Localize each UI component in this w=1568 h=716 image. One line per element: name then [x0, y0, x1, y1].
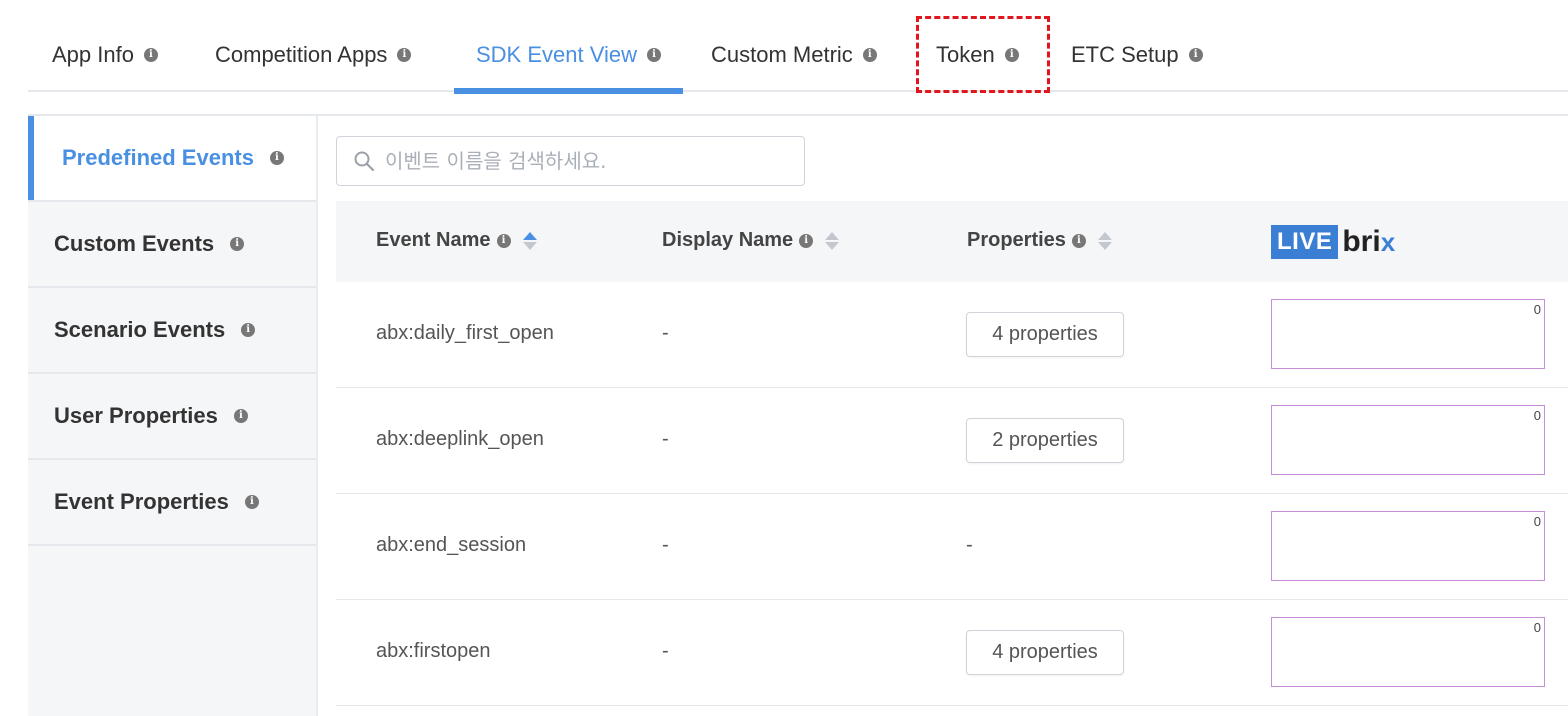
sidebar-item-user-properties[interactable]: User Properties i — [28, 374, 316, 460]
sidebar-item-label: Predefined Events — [62, 145, 254, 170]
tab-label: Competition Apps — [215, 42, 388, 67]
info-icon: i — [244, 495, 259, 509]
event-search-box[interactable] — [336, 136, 805, 186]
sidebar-item-label: User Properties — [54, 403, 218, 428]
sidebar-item-scenario-events[interactable]: Scenario Events i — [28, 288, 316, 374]
display-name-cell: - — [662, 534, 669, 556]
sidebar-item-event-properties[interactable]: Event Properties i — [28, 460, 316, 546]
properties-button[interactable]: 4 properties — [966, 630, 1124, 675]
info-icon: i — [143, 48, 158, 62]
live-count: 0 — [1533, 408, 1541, 423]
sidebar-item-label: Event Properties — [54, 489, 229, 514]
sort-icon[interactable] — [825, 231, 840, 250]
sidebar-item-predefined-events[interactable]: Predefined Events i — [28, 116, 316, 202]
display-name-cell: - — [662, 322, 669, 344]
table-header: Event Name i Display Name i Properties i… — [336, 201, 1568, 282]
livebrix-box[interactable]: 0 — [1271, 617, 1545, 687]
event-name-cell: abx:daily_first_open — [376, 322, 554, 344]
column-label: Event Name — [376, 229, 491, 251]
sort-icon[interactable] — [522, 231, 537, 250]
tab-token[interactable]: Token i — [936, 40, 1019, 92]
info-icon: i — [647, 48, 662, 62]
tab-competition-apps[interactable]: Competition Apps i — [215, 40, 412, 92]
table-row: abx:end_session - - 0 — [336, 494, 1568, 600]
tab-label: App Info — [52, 42, 134, 67]
column-label: Display Name — [662, 229, 794, 251]
tab-label: SDK Event View — [476, 42, 638, 67]
tab-app-info[interactable]: App Info i — [52, 40, 158, 92]
tab-label: ETC Setup — [1071, 42, 1179, 67]
sidebar-background — [28, 546, 316, 716]
column-label: Properties — [967, 229, 1066, 251]
info-icon: i — [1188, 48, 1203, 62]
search-icon — [354, 151, 375, 172]
tab-label: Custom Metric — [711, 42, 853, 67]
info-icon: i — [862, 48, 877, 62]
logo-bri: bri — [1342, 225, 1381, 258]
logo-live-text: LIVE — [1271, 225, 1339, 259]
top-tab-bar: App Info i Competition Apps i SDK Event … — [28, 0, 1568, 94]
livebrix-box[interactable]: 0 — [1271, 511, 1545, 581]
sidebar: Predefined Events i Custom Events i Scen… — [28, 116, 318, 716]
display-name-cell: - — [662, 640, 669, 662]
sort-icon[interactable] — [1097, 231, 1112, 250]
search-input[interactable] — [385, 149, 785, 173]
column-header-event-name[interactable]: Event Name i — [376, 229, 537, 252]
table-row: abx:firstopen - 4 properties 0 — [336, 600, 1568, 706]
info-icon: i — [269, 151, 284, 165]
logo-x: x — [1380, 227, 1396, 257]
logo-brix-text: brix — [1342, 225, 1395, 259]
info-icon: i — [799, 233, 814, 248]
live-count: 0 — [1533, 514, 1541, 529]
column-header-properties[interactable]: Properties i — [967, 229, 1112, 252]
tab-custom-metric[interactable]: Custom Metric i — [711, 40, 877, 92]
event-name-cell: abx:deeplink_open — [376, 428, 544, 450]
table-row: abx:deeplink_open - 2 properties 0 — [336, 388, 1568, 494]
event-name-cell: abx:end_session — [376, 534, 527, 556]
tab-etc-setup[interactable]: ETC Setup i — [1071, 40, 1203, 92]
sidebar-item-label: Custom Events — [54, 231, 215, 256]
sidebar-item-label: Scenario Events — [54, 317, 226, 342]
display-name-cell: - — [662, 428, 669, 450]
live-count: 0 — [1533, 302, 1541, 317]
info-icon: i — [230, 237, 245, 251]
info-icon: i — [496, 233, 511, 248]
sidebar-item-custom-events[interactable]: Custom Events i — [28, 202, 316, 288]
info-icon: i — [1071, 233, 1086, 248]
tab-sdk-event-view[interactable]: SDK Event View i — [453, 40, 684, 94]
info-icon: i — [241, 323, 256, 337]
properties-button[interactable]: 2 properties — [966, 418, 1124, 463]
info-icon: i — [397, 48, 412, 62]
livebrix-box[interactable]: 0 — [1271, 405, 1545, 475]
info-icon: i — [233, 409, 248, 423]
column-header-display-name[interactable]: Display Name i — [662, 229, 840, 252]
tab-label: Token — [936, 42, 995, 67]
properties-cell: - — [966, 534, 973, 556]
livebrix-logo: LIVE brix — [1271, 225, 1395, 259]
table-row: abx:daily_first_open - 4 properties 0 — [336, 282, 1568, 388]
info-icon: i — [1004, 48, 1019, 62]
live-count: 0 — [1533, 620, 1541, 635]
livebrix-box[interactable]: 0 — [1271, 299, 1545, 369]
event-name-cell: abx:firstopen — [376, 640, 491, 662]
properties-button[interactable]: 4 properties — [966, 312, 1124, 357]
